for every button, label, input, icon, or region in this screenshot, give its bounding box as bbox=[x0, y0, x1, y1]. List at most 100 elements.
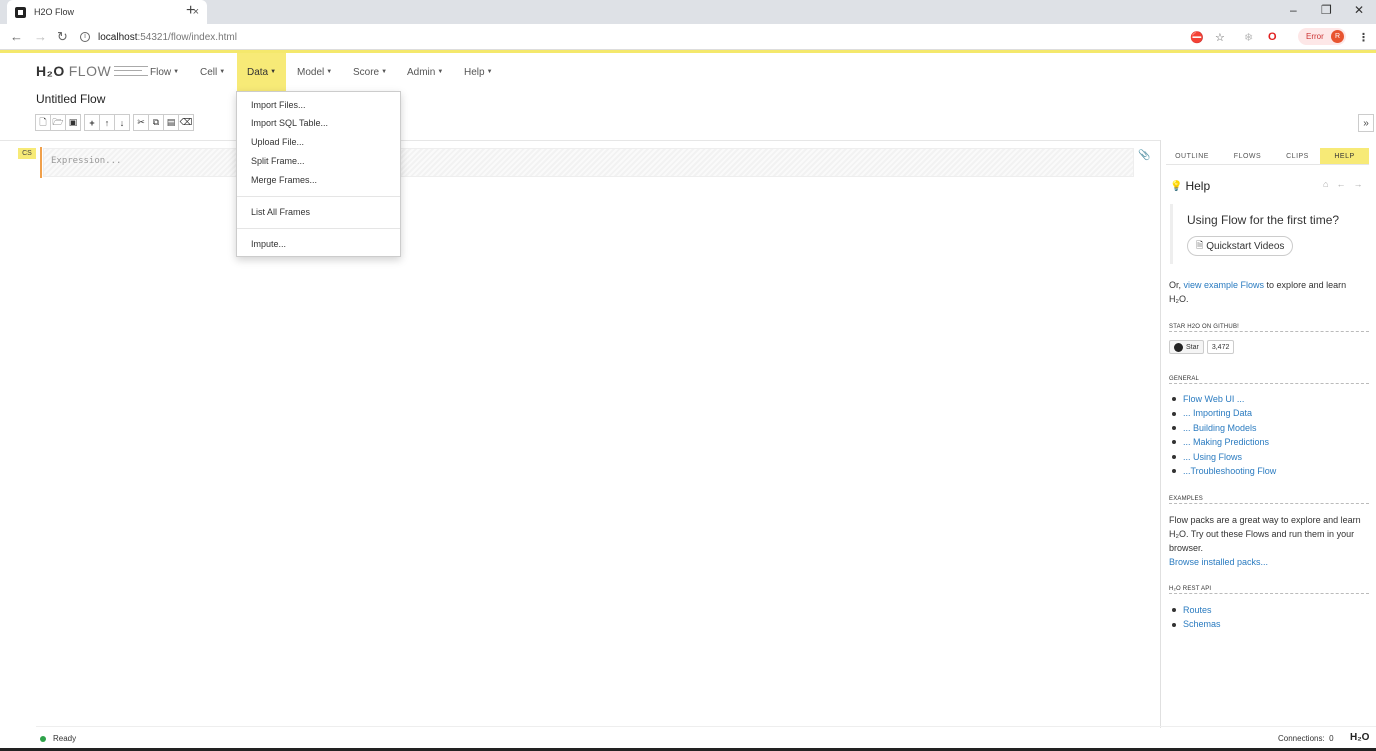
flow-title[interactable]: Untitled Flow bbox=[36, 92, 105, 106]
lightbulb-icon: 💡 bbox=[1170, 180, 1183, 192]
reload-icon[interactable]: ↻ bbox=[57, 29, 68, 45]
browser-tab-strip: H2O Flow × + – ❐ ✕ bbox=[0, 0, 1376, 24]
tab-help[interactable]: HELP bbox=[1320, 148, 1369, 164]
browser-menu-icon[interactable]: ⋮ bbox=[1358, 31, 1369, 44]
menu-divider bbox=[237, 228, 400, 229]
link-routes[interactable]: Routes bbox=[1183, 603, 1212, 617]
browse-installed-packs-link[interactable]: Browse installed packs... bbox=[1169, 557, 1268, 567]
address-bar: ← → ↻ i localhost :54321/flow/index.html… bbox=[0, 24, 1376, 50]
menu-model[interactable]: Model ▼ bbox=[287, 53, 342, 91]
list-item: Schemas bbox=[1172, 617, 1221, 631]
opera-extension-icon[interactable]: O bbox=[1268, 31, 1277, 43]
site-info-icon[interactable]: i bbox=[80, 32, 90, 42]
save-icon[interactable]: ▣ bbox=[65, 114, 81, 131]
general-section-header: GENERAL bbox=[1169, 376, 1369, 384]
menu-item-import-sql-table[interactable]: Import SQL Table... bbox=[251, 118, 328, 128]
menu-cell[interactable]: Cell ▼ bbox=[190, 53, 235, 91]
delete-icon[interactable]: ⌫ bbox=[178, 114, 194, 131]
github-star-count[interactable]: 3,472 bbox=[1206, 340, 1235, 354]
bookmark-star-icon[interactable]: ☆ bbox=[1215, 31, 1225, 44]
open-folder-icon[interactable]: 🗁 bbox=[50, 114, 66, 131]
examples-text: Flow packs are a great way to explore an… bbox=[1169, 515, 1361, 567]
tabs-divider bbox=[1166, 164, 1369, 165]
tab-title: H2O Flow bbox=[34, 7, 75, 17]
menu-admin[interactable]: Admin ▼ bbox=[397, 53, 453, 91]
paperclip-icon[interactable]: 📎 bbox=[1138, 150, 1150, 161]
link-flow-web-ui[interactable]: Flow Web UI ... bbox=[1183, 392, 1244, 406]
list-item: Routes bbox=[1172, 603, 1221, 617]
forward-arrow-icon[interactable]: → bbox=[34, 29, 47, 44]
example-flows-text: Or, view example Flows to explore and le… bbox=[1169, 280, 1347, 304]
first-time-box: Using Flow for the first time? 🗎 Quickst… bbox=[1170, 204, 1370, 264]
menu-help[interactable]: Help ▼ bbox=[454, 53, 503, 91]
cell-placeholder: Expression... bbox=[51, 156, 122, 166]
h2o-flow-logo: H₂O FLOW bbox=[36, 63, 149, 79]
github-star-button[interactable]: Star bbox=[1169, 340, 1204, 354]
link-building-models[interactable]: ... Building Models bbox=[1183, 421, 1257, 435]
back-arrow-icon[interactable]: ← bbox=[10, 29, 23, 44]
menu-item-split-frame[interactable]: Split Frame... bbox=[251, 156, 305, 166]
examples-section-header: EXAMPLES bbox=[1169, 496, 1369, 504]
link-using-flows[interactable]: ... Using Flows bbox=[1183, 450, 1242, 464]
rest-api-links: Routes Schemas bbox=[1172, 603, 1221, 632]
logo-flow: FLOW bbox=[68, 63, 112, 79]
first-time-question: Using Flow for the first time? bbox=[1187, 213, 1340, 227]
close-window-button[interactable]: ✕ bbox=[1354, 3, 1364, 17]
list-item: ...Troubleshooting Flow bbox=[1172, 464, 1276, 478]
cell-type-badge[interactable]: CS bbox=[18, 148, 36, 159]
flow-toolbar: 🗋 🗁 ▣ + ↑ ↓ ✂ ⧉ ▤ ⌫ bbox=[35, 114, 198, 132]
status-bar: Ready Connections: 0 H₂O bbox=[36, 726, 1376, 748]
caret-down-icon: ▼ bbox=[173, 69, 180, 75]
link-troubleshooting-flow[interactable]: ...Troubleshooting Flow bbox=[1183, 464, 1276, 478]
menu-item-merge-frames[interactable]: Merge Frames... bbox=[251, 175, 317, 185]
home-icon[interactable]: ⌂ bbox=[1323, 179, 1328, 189]
toggle-sidebar-icon[interactable]: » bbox=[1358, 114, 1374, 132]
help-nav: ⌂ ← → bbox=[1323, 179, 1362, 189]
minimize-button[interactable]: – bbox=[1290, 3, 1297, 17]
view-example-flows-link[interactable]: view example Flows bbox=[1184, 280, 1265, 290]
caret-down-icon: ▼ bbox=[381, 69, 388, 75]
menu-flow[interactable]: Flow ▼ bbox=[140, 53, 189, 91]
cut-icon[interactable]: ✂ bbox=[133, 114, 149, 131]
menu-item-import-files[interactable]: Import Files... bbox=[251, 100, 306, 110]
profile-error-button[interactable]: Error R bbox=[1298, 28, 1346, 45]
sidebar-tabs: OUTLINE FLOWS CLIPS HELP bbox=[1160, 148, 1376, 164]
new-tab-button[interactable]: + bbox=[186, 2, 195, 20]
menu-data[interactable]: Data ▼ bbox=[237, 53, 286, 91]
tab-clips[interactable]: CLIPS bbox=[1275, 148, 1320, 164]
quickstart-videos-button[interactable]: 🗎 Quickstart Videos bbox=[1187, 236, 1294, 256]
move-up-icon[interactable]: ↑ bbox=[99, 114, 115, 131]
tab-outline[interactable]: OUTLINE bbox=[1164, 148, 1220, 164]
menu-item-list-all-frames[interactable]: List All Frames bbox=[251, 207, 310, 217]
connections-indicator: Connections: 0 bbox=[1278, 734, 1334, 743]
cell-expression-input[interactable]: Expression... bbox=[43, 148, 1134, 177]
move-down-icon[interactable]: ↓ bbox=[114, 114, 130, 131]
url-path: :54321/flow/index.html bbox=[137, 31, 237, 43]
general-links: Flow Web UI ... ... Importing Data ... B… bbox=[1172, 392, 1276, 478]
caret-down-icon: ▼ bbox=[219, 69, 226, 75]
menu-divider bbox=[237, 196, 400, 197]
tab-flows[interactable]: FLOWS bbox=[1220, 148, 1275, 164]
new-flow-icon[interactable]: 🗋 bbox=[35, 114, 51, 131]
list-item: ... Making Predictions bbox=[1172, 435, 1276, 449]
maximize-button[interactable]: ❐ bbox=[1321, 3, 1332, 17]
menu-item-upload-file[interactable]: Upload File... bbox=[251, 137, 304, 147]
link-importing-data[interactable]: ... Importing Data bbox=[1183, 406, 1252, 420]
link-making-predictions[interactable]: ... Making Predictions bbox=[1183, 435, 1269, 449]
menu-score[interactable]: Score ▼ bbox=[343, 53, 397, 91]
browser-tab[interactable]: H2O Flow × bbox=[7, 0, 207, 24]
rest-api-section-header: H₂O REST API bbox=[1169, 586, 1369, 594]
url-field[interactable]: i localhost :54321/flow/index.html bbox=[80, 28, 1180, 46]
forward-arrow-icon[interactable]: → bbox=[1353, 179, 1362, 189]
insert-cell-icon[interactable]: + bbox=[84, 114, 100, 131]
snowflake-extension-icon[interactable]: ❄ bbox=[1244, 31, 1253, 44]
paste-icon[interactable]: ▤ bbox=[163, 114, 179, 131]
back-arrow-icon[interactable]: ← bbox=[1336, 179, 1345, 189]
menu-item-impute[interactable]: Impute... bbox=[251, 239, 286, 249]
link-schemas[interactable]: Schemas bbox=[1183, 617, 1221, 631]
h2o-brand-mark: H₂O bbox=[1350, 732, 1370, 743]
privacy-extension-icon[interactable]: ⛔ bbox=[1190, 31, 1204, 44]
error-label: Error bbox=[1306, 32, 1324, 41]
copy-icon[interactable]: ⧉ bbox=[148, 114, 164, 131]
help-heading: 💡 Help bbox=[1170, 179, 1211, 193]
